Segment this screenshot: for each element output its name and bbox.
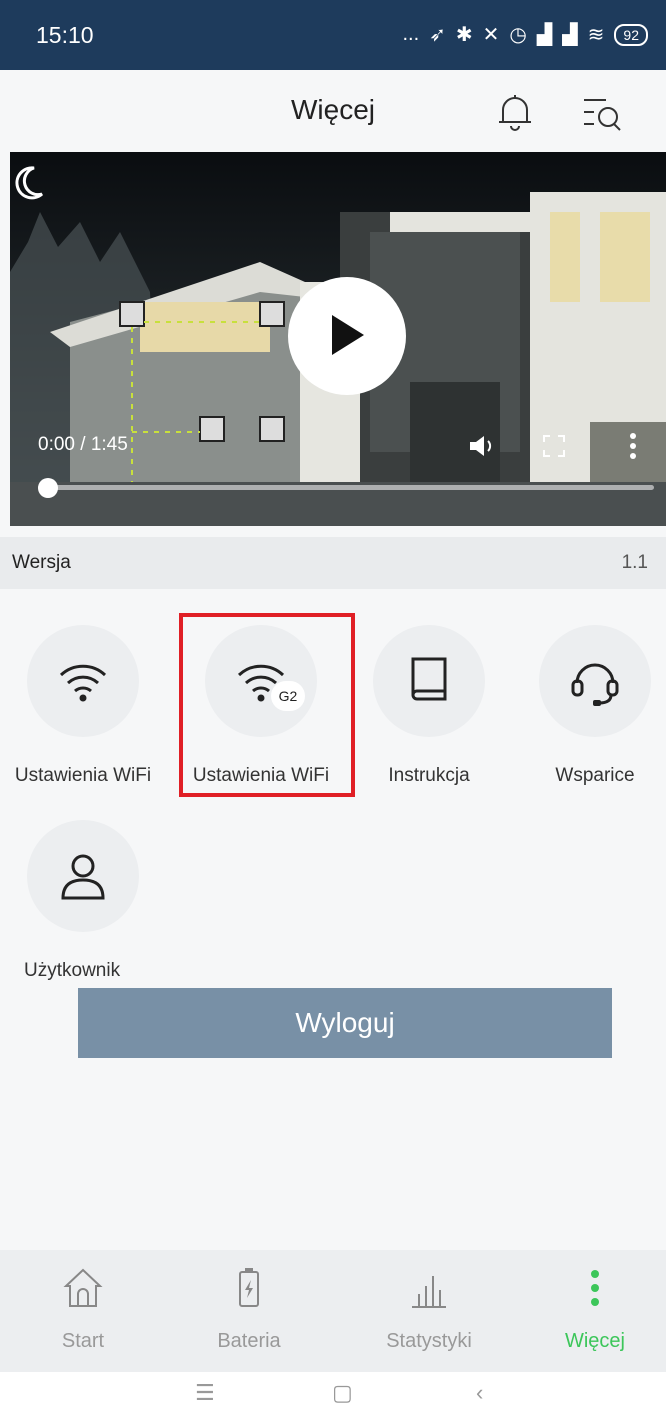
user-item[interactable]: Użytkownik: [0, 820, 166, 1010]
nav-battery[interactable]: Bateria: [166, 1250, 332, 1372]
page-title: Więcej: [290, 94, 375, 125]
version-label: Wersja: [12, 552, 71, 573]
volume-icon[interactable]: [468, 434, 496, 463]
instructions-item[interactable]: Instrukcja: [346, 625, 512, 815]
user-circle: [27, 820, 139, 932]
wifi-settings-circle: [27, 625, 139, 737]
support-circle: [539, 625, 651, 737]
support-label: Wsparice: [555, 765, 635, 786]
more-dots-icon: [575, 1266, 615, 1315]
play-button[interactable]: [288, 277, 406, 395]
headset-icon: [571, 663, 619, 706]
signal-icon: ▟: [536, 24, 553, 46]
highlight-box: [179, 613, 355, 797]
battery-icon: [229, 1266, 269, 1315]
video-time: 0:00 / 1:45: [38, 434, 128, 455]
search-list-icon[interactable]: [582, 96, 624, 137]
fullscreen-icon[interactable]: [542, 434, 566, 463]
nav-more-label: Więcej: [564, 1330, 625, 1352]
wifi-status-icon: ≋: [587, 24, 605, 46]
menu-icon[interactable]: ☰: [195, 1380, 215, 1406]
battery-status-icon: 92: [614, 23, 648, 46]
bluetooth-icon: ✱: [455, 24, 473, 46]
battery-level: 92: [623, 26, 639, 43]
version-value: 1.1: [621, 552, 648, 573]
logout-button[interactable]: Wyloguj: [78, 988, 612, 1058]
user-icon: [61, 854, 105, 900]
nav-statistics[interactable]: Statystyki: [346, 1250, 512, 1372]
wifi-settings-item[interactable]: Ustawienia WiFi: [0, 625, 166, 815]
nav-statistics-label: Statystyki: [386, 1330, 472, 1352]
moon-icon: [14, 166, 44, 205]
video-progress-bar[interactable]: [38, 485, 654, 490]
bar-chart-icon: [409, 1266, 449, 1315]
home-icon: [63, 1266, 103, 1315]
back-icon[interactable]: ‹: [476, 1380, 483, 1406]
book-icon: [411, 657, 447, 701]
status-bar: 15:10 ... ➶ ✱ ✕ ◷ ▟ ▟ ≋ 92: [0, 0, 666, 70]
alarm-icon: ◷: [509, 24, 527, 46]
video-progress-thumb[interactable]: [38, 478, 58, 498]
navigation-icon: ➶: [429, 24, 446, 46]
bottom-navigation: Start Bateria Statystyki Więcej: [0, 1250, 666, 1372]
nav-start[interactable]: Start: [0, 1250, 166, 1372]
mute-icon: ✕: [482, 24, 500, 46]
status-icons: ... ➶ ✱ ✕ ◷ ▟ ▟ ≋ 92: [402, 22, 648, 47]
status-dots: ...: [402, 23, 420, 45]
nav-more[interactable]: Więcej: [512, 1250, 666, 1372]
instructions-circle: [373, 625, 485, 737]
system-navigation-bar: ☰ ▢ ‹: [0, 1372, 666, 1422]
more-vertical-icon[interactable]: [628, 432, 638, 465]
bell-icon[interactable]: [497, 92, 533, 137]
nav-battery-label: Bateria: [217, 1330, 281, 1352]
nav-start-label: Start: [61, 1330, 105, 1352]
status-time: 15:10: [36, 22, 94, 48]
signal-icon: ▟: [562, 24, 578, 46]
page-header: Więcej: [0, 70, 666, 152]
play-icon: [332, 315, 364, 355]
video-player[interactable]: 0:00 / 1:45: [10, 152, 666, 526]
support-item[interactable]: Wsparice: [512, 625, 666, 815]
home-square-icon[interactable]: ▢: [332, 1380, 353, 1406]
wifi-icon: [59, 664, 107, 702]
user-label: Użytkownik: [24, 960, 121, 981]
version-row: Wersja 1.1: [0, 537, 666, 589]
